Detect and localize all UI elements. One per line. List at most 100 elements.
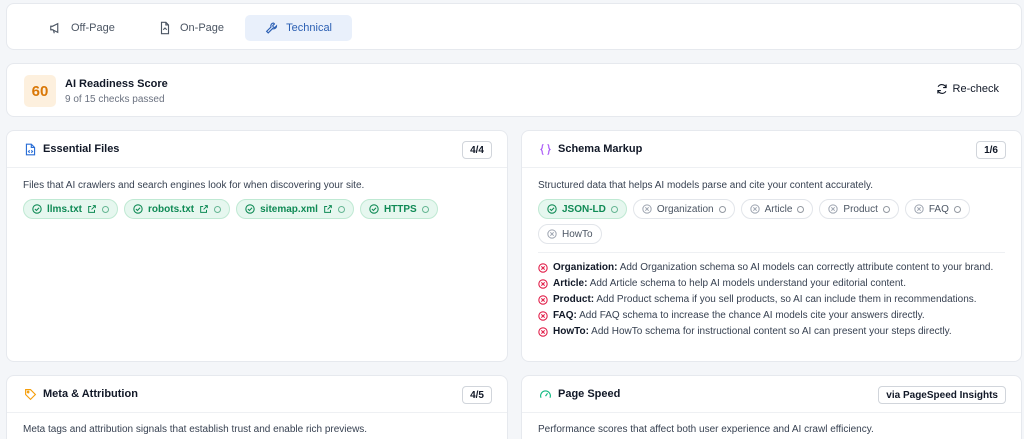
- x-circle-icon: [749, 204, 760, 214]
- info-icon[interactable]: [953, 205, 961, 213]
- section-count: 1/6: [976, 141, 1006, 159]
- section-description: Meta tags and attribution signals that e…: [23, 424, 368, 435]
- tab-label: On-Page: [180, 22, 225, 34]
- essential-files-card: Essential Files 4/4 Files that AI crawle…: [6, 130, 508, 362]
- check-circle-icon: [133, 204, 143, 214]
- chip-label: robots.txt: [148, 203, 195, 215]
- issue-text: Add HowTo schema for instructional conte…: [591, 326, 952, 337]
- chip-label: HowTo: [562, 228, 593, 240]
- issue-item: Organization: Add Organization schema so…: [538, 261, 1005, 274]
- chip-label: FAQ: [928, 203, 949, 215]
- schema-chips: JSON-LD Organization Article Product FAQ…: [538, 199, 998, 244]
- chip-label: JSON-LD: [562, 203, 606, 215]
- chip-label: llms.txt: [47, 203, 83, 215]
- essential-chips: llms.txt robots.txt sitemap.xml HTTPS: [23, 199, 438, 219]
- chip-label: Article: [764, 203, 793, 215]
- chip-article[interactable]: Article: [740, 199, 814, 219]
- score-title: AI Readiness Score: [65, 78, 168, 90]
- recheck-button[interactable]: Re-check: [936, 83, 999, 95]
- chip-robots-txt[interactable]: robots.txt: [124, 199, 231, 219]
- tab-off-page[interactable]: Off-Page: [29, 15, 135, 41]
- schema-markup-card: Schema Markup 1/6 Structured data that h…: [521, 130, 1022, 362]
- section-title: Schema Markup: [558, 143, 643, 155]
- check-circle-icon: [245, 204, 255, 214]
- issue-item: FAQ: Add FAQ schema to increase the chan…: [538, 309, 1005, 322]
- section-count: 4/5: [462, 386, 492, 404]
- x-circle-icon: [538, 310, 548, 321]
- chip-product[interactable]: Product: [819, 199, 899, 219]
- tab-label: Technical: [286, 22, 332, 34]
- external-link-icon[interactable]: [87, 204, 97, 214]
- info-icon[interactable]: [610, 205, 618, 213]
- section-title: Meta & Attribution: [43, 388, 138, 400]
- section-header: Page Speed via PageSpeed Insights: [522, 376, 1021, 413]
- x-circle-icon: [914, 204, 924, 214]
- score-badge: 60: [24, 75, 56, 107]
- meta-attribution-card: Meta & Attribution 4/5 Meta tags and att…: [6, 375, 508, 439]
- external-link-icon[interactable]: [323, 204, 333, 214]
- issue-text: Add Organization schema so AI models can…: [619, 262, 994, 273]
- x-circle-icon: [538, 326, 548, 337]
- issue-name: Product:: [553, 294, 595, 305]
- issue-item: Article: Add Article schema to help AI m…: [538, 277, 1005, 290]
- issue-name: Article:: [553, 278, 588, 289]
- info-icon[interactable]: [214, 205, 222, 213]
- issue-name: HowTo:: [553, 326, 589, 337]
- pagespeed-badge[interactable]: via PageSpeed Insights: [878, 386, 1006, 404]
- tab-on-page[interactable]: On-Page: [138, 15, 244, 41]
- chip-https[interactable]: HTTPS: [359, 199, 438, 219]
- check-circle-icon: [369, 204, 379, 214]
- info-icon[interactable]: [102, 205, 110, 213]
- issue-item: Product: Add Product schema if you sell …: [538, 293, 1005, 306]
- chip-label: sitemap.xml: [260, 203, 318, 215]
- tab-technical[interactable]: Technical: [245, 15, 352, 41]
- chip-json-ld[interactable]: JSON-LD: [538, 199, 627, 219]
- chip-organization[interactable]: Organization: [632, 199, 735, 219]
- schema-issues: Organization: Add Organization schema so…: [538, 252, 1005, 341]
- braces-icon: [540, 144, 551, 155]
- section-title: Page Speed: [558, 388, 621, 400]
- issue-text: Add Article schema to help AI models und…: [589, 278, 906, 289]
- tab-bar: Off-Page On-Page Technical: [6, 3, 1022, 50]
- section-description: Performance scores that affect both user…: [538, 424, 874, 435]
- tag-icon: [25, 389, 37, 401]
- file-code-icon: [25, 143, 36, 156]
- x-circle-icon: [642, 204, 652, 214]
- chip-label: Product: [843, 203, 878, 215]
- x-circle-icon: [828, 204, 839, 214]
- section-description: Files that AI crawlers and search engine…: [23, 180, 365, 191]
- info-icon[interactable]: [337, 205, 345, 213]
- section-header: Meta & Attribution 4/5: [7, 376, 507, 413]
- x-circle-icon: [538, 294, 548, 305]
- x-circle-icon: [547, 229, 557, 239]
- issue-text: Add FAQ schema to increase the chance AI…: [579, 310, 925, 321]
- info-icon[interactable]: [882, 205, 890, 213]
- section-header: Schema Markup 1/6: [522, 131, 1021, 168]
- section-description: Structured data that helps AI models par…: [538, 180, 874, 191]
- chip-label: Organization: [656, 203, 714, 215]
- file-icon: [160, 21, 170, 35]
- info-icon[interactable]: [421, 205, 429, 213]
- section-count: 4/4: [462, 141, 492, 159]
- gauge-icon: [540, 390, 551, 398]
- refresh-icon: [936, 84, 947, 94]
- issue-name: FAQ:: [553, 310, 577, 321]
- chip-sitemap-xml[interactable]: sitemap.xml: [236, 199, 354, 219]
- issue-item: HowTo: Add HowTo schema for instructiona…: [538, 325, 1005, 338]
- section-header: Essential Files 4/4: [7, 131, 507, 168]
- tab-label: Off-Page: [71, 22, 115, 34]
- score-subtitle: 9 of 15 checks passed: [65, 94, 165, 105]
- info-icon[interactable]: [718, 205, 726, 213]
- x-circle-icon: [538, 278, 548, 289]
- page-speed-card: Page Speed via PageSpeed Insights Perfor…: [521, 375, 1022, 439]
- chip-llms-txt[interactable]: llms.txt: [23, 199, 119, 219]
- section-title: Essential Files: [43, 143, 120, 155]
- info-icon[interactable]: [797, 205, 805, 213]
- chip-faq[interactable]: FAQ: [904, 199, 970, 219]
- check-circle-icon: [547, 204, 557, 214]
- external-link-icon[interactable]: [199, 204, 209, 214]
- recheck-label: Re-check: [952, 83, 999, 95]
- chip-howto[interactable]: HowTo: [538, 224, 602, 244]
- x-circle-icon: [538, 262, 548, 273]
- check-circle-icon: [32, 204, 42, 214]
